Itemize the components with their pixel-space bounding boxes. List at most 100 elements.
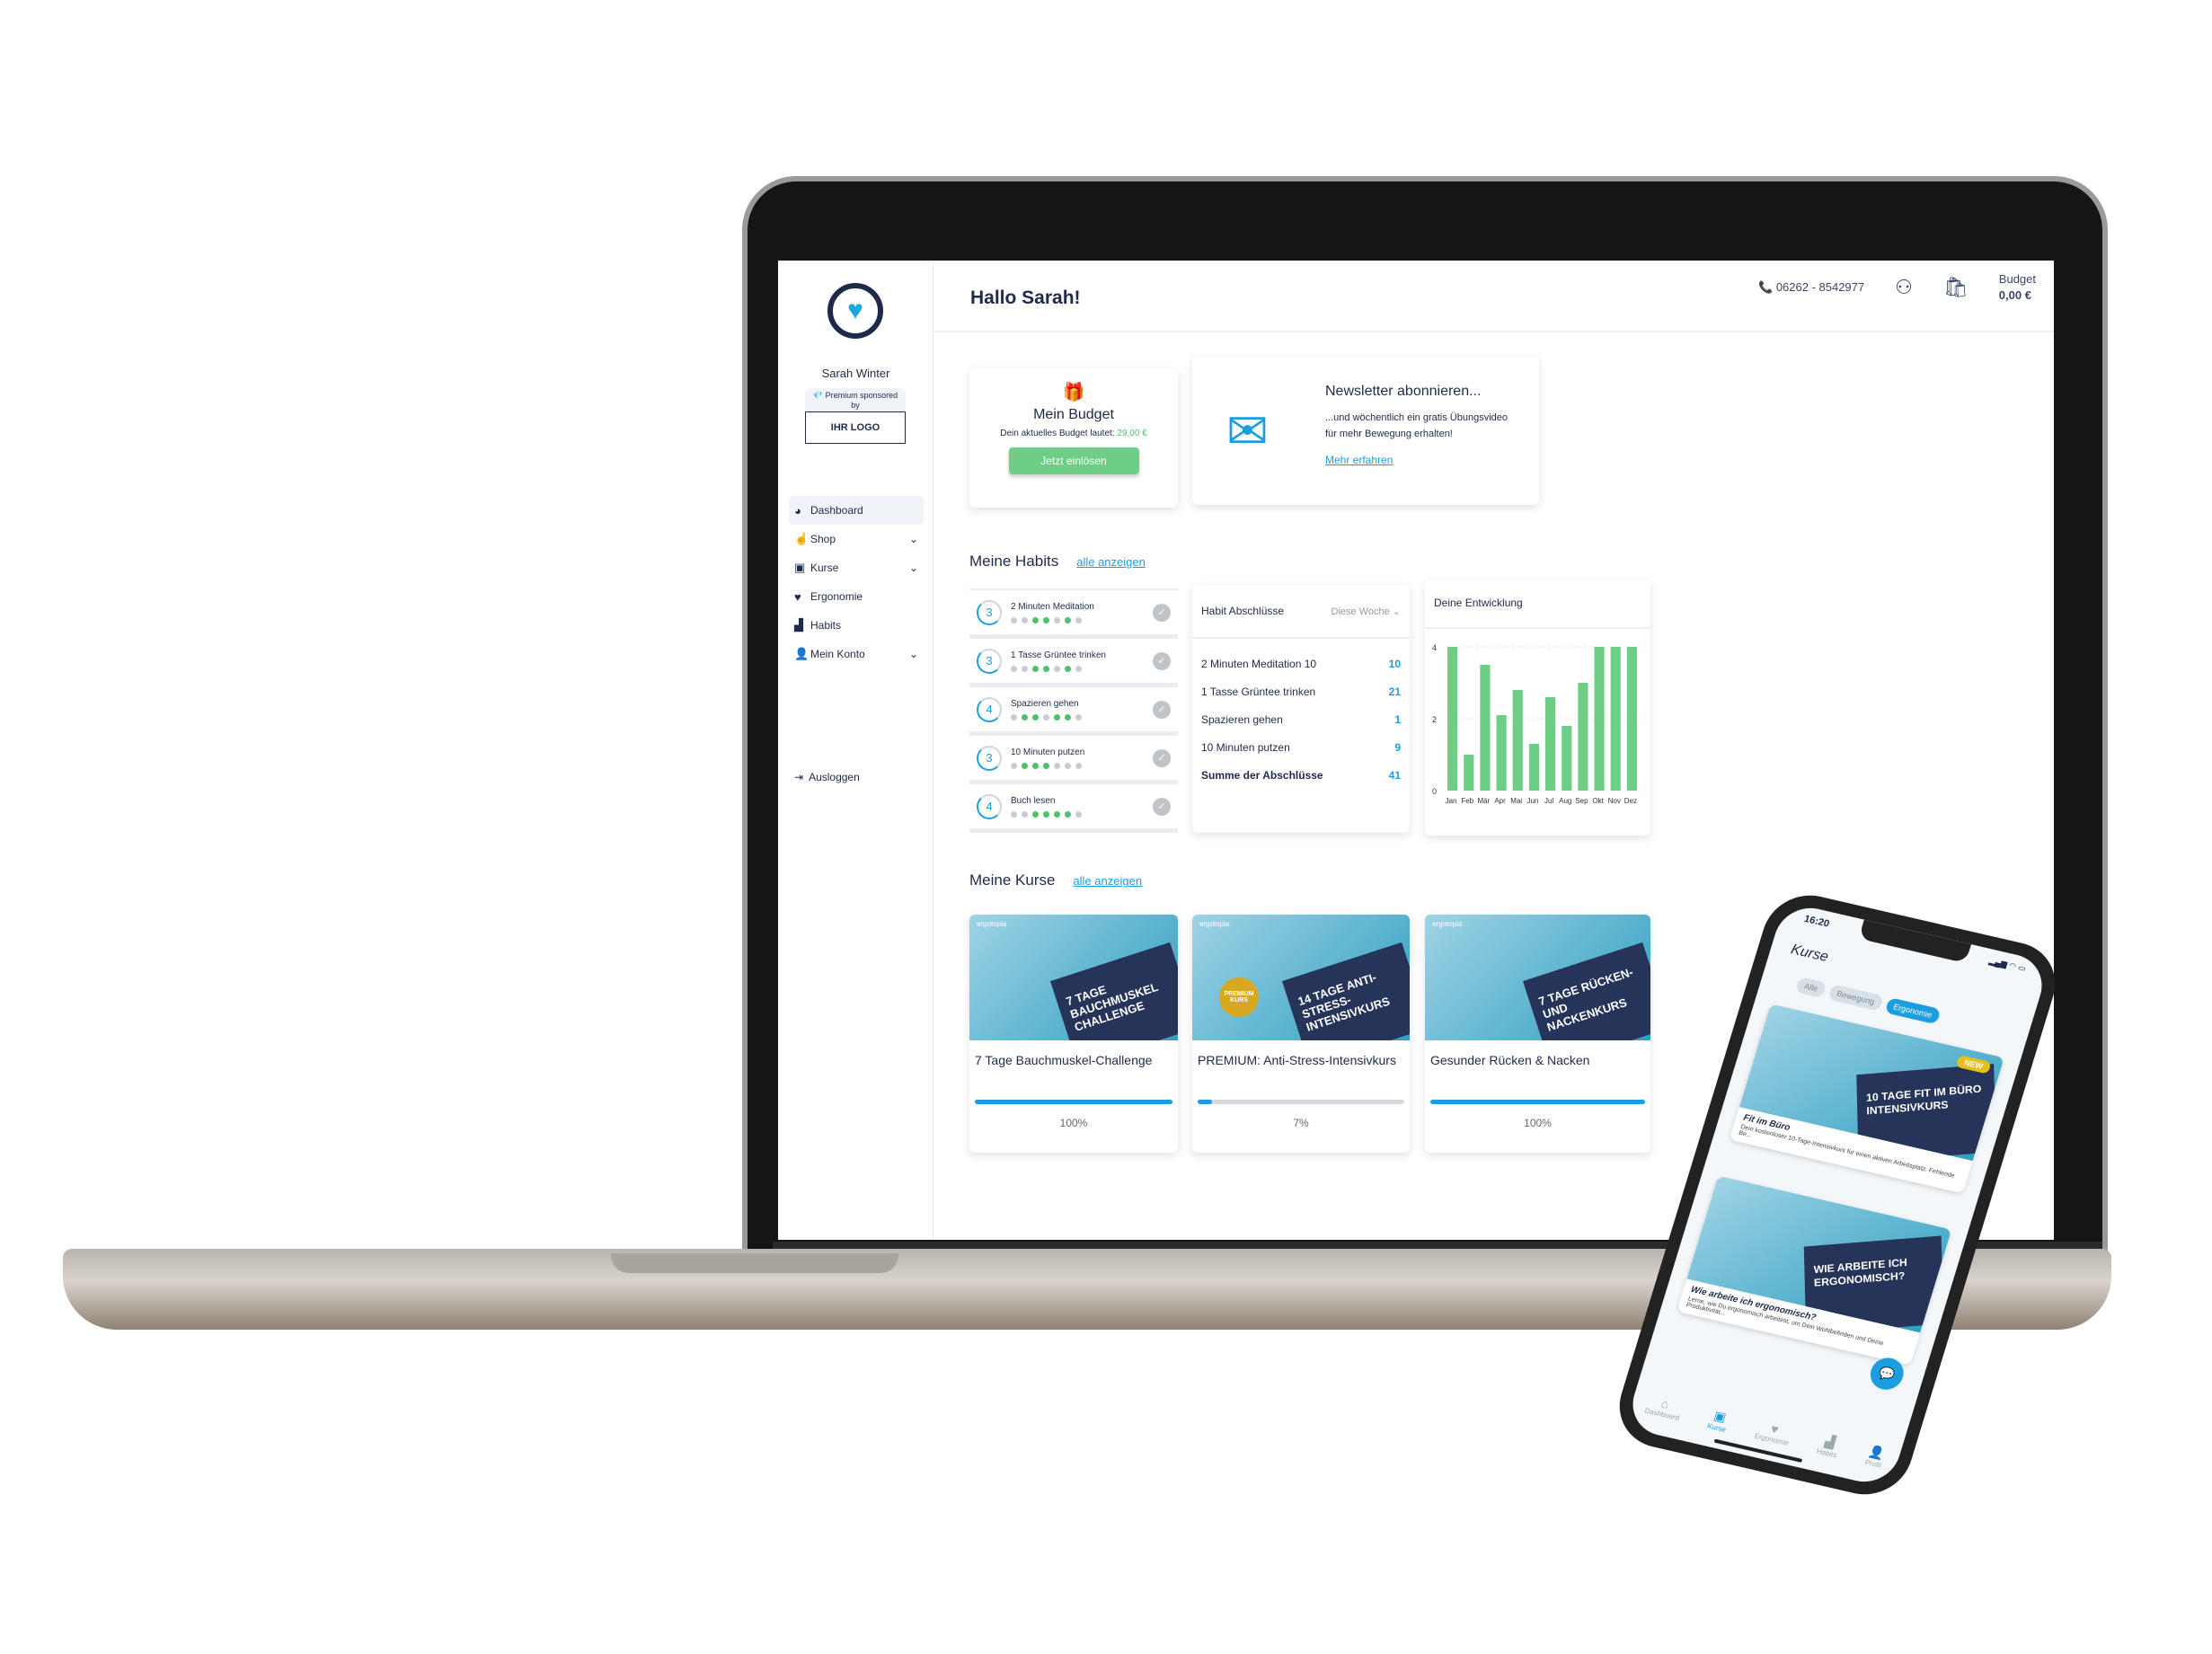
course-thumbnail: ergotopia 14 TAGE ANTI-STRESS-INTENSIVKUR… [1192,915,1410,1040]
bar-Aug [1562,726,1572,791]
habit-item[interactable]: 4 Buch lesen ✓ [969,784,1178,833]
habit-item[interactable]: 4 Spazieren gehen ✓ [969,687,1178,736]
sidebar-item-label: Shop [810,533,836,545]
habit-streak-ring: 4 [977,696,1002,722]
filter-chip-ergonomie[interactable]: Ergonomie [1884,996,1942,1025]
habit-name: Spazieren gehen [1011,698,1079,709]
habit-week-dots [1011,762,1153,769]
completion-row: 1 Tasse Grüntee trinken 21 [1192,677,1410,705]
completion-value: 10 [1388,657,1401,670]
habit-check-button[interactable]: ✓ [1153,700,1171,719]
budget-value: 0,00 € [1998,288,2031,302]
app-logo-heart-icon[interactable]: ♥ [827,283,883,339]
user-icon: 👤 [794,647,810,660]
tab-ergonomie[interactable]: ♥ Ergonomie [1753,1418,1793,1448]
sidebar-item-mein-konto[interactable]: 👤 Mein Konto ⌄ [789,640,924,668]
phone-contact[interactable]: 📞 06262 - 8542977 [1758,280,1864,295]
tab-dashboard[interactable]: ⌂ Dashboard [1643,1393,1685,1423]
dot-done [1022,713,1028,721]
tab-kurse[interactable]: ▣ Kurse [1706,1407,1731,1434]
course-progress-fill [1430,1100,1645,1104]
sidebar-item-kurse[interactable]: ▣ Kurse ⌄ [789,553,924,582]
bar-Feb [1464,755,1474,791]
sidebar-nav: ◕ Dashboard ☝ Shop ⌄ ▣ Kurse ⌄ ♥ Ergonomie ▟ Ha… [789,496,924,668]
habit-item[interactable]: 3 1 Tasse Grüntee trinken ✓ [969,639,1178,687]
envelope-heart-icon: ✉ [1226,402,1269,459]
sidebar-item-dashboard[interactable]: ◕ Dashboard [789,496,924,525]
course-card[interactable]: ergotopia 14 TAGE ANTI-STRESS-INTENSIVKUR… [1192,915,1410,1153]
course-banner: 7 TAGE BAUCHMUSKEL CHALLENGE [1049,942,1178,1040]
completion-row: 2 Minuten Meditation 10 10 [1192,650,1410,677]
habit-week-dots [1011,810,1153,818]
completion-row: Spazieren gehen 1 [1192,705,1410,733]
course-progress-label: 100% [1059,1117,1088,1129]
course-card[interactable]: ergotopia 7 TAGE BAUCHMUSKEL CHALLENGE 7 T… [969,915,1178,1153]
redeem-button[interactable]: Jetzt einlösen [1008,447,1139,474]
more-info-link[interactable]: Mehr erfahren [1325,454,1527,466]
habit-week-dots [1011,665,1153,672]
habit-check-button[interactable]: ✓ [1153,603,1171,622]
course-card[interactable]: ergotopia 7 TAGE RÜCKEN- UND NACKENKURS Ge… [1425,915,1650,1153]
y-tick-label: 4 [1432,643,1437,652]
bar-Jul [1545,697,1556,791]
x-tick-label: Apr [1494,797,1506,805]
phone-course-card[interactable]: WIE ARBEITE ICH ERGONOMISCH? Wie arbeite … [1677,1175,1952,1366]
y-tick-label: 0 [1432,787,1437,796]
dot-missed [1075,810,1082,818]
x-tick-label: Jul [1544,797,1553,805]
completions-total-row: Summe der Abschlüsse 41 [1192,761,1410,789]
newsletter-text: für mehr Bewegung erhalten! [1325,429,1453,439]
habit-streak-ring: 3 [977,745,1002,771]
newsletter-text: ...und wöchentlich ein gratis Übungsvide… [1325,412,1509,423]
course-title: 7 Tage Bauchmuskel-Challenge [975,1053,1153,1067]
habit-item[interactable]: 3 2 Minuten Meditation ✓ [969,590,1178,639]
completion-value: 9 [1394,740,1401,754]
courses-section-header: Meine Kurse alle anzeigen [969,871,1142,889]
habit-streak-ring: 4 [977,793,1002,819]
dot-done [1065,810,1071,818]
sidebar-item-label: Mein Konto [810,648,865,660]
dot-done [1032,810,1039,818]
account-icon[interactable]: ⚇ [1895,276,1913,299]
sidebar-item-habits[interactable]: ▟ Habits [789,611,924,640]
habit-check-button[interactable]: ✓ [1153,797,1171,816]
phone-page-title: Kurse [1789,942,1831,966]
sponsor-logo: IHR LOGO [805,411,906,444]
habit-name: 1 Tasse Grüntee trinken [1011,650,1106,660]
filter-chip-alle[interactable]: Alle [1794,976,1827,999]
period-dropdown[interactable]: Diese Woche ⌄ [1332,606,1402,617]
bar-Jan [1447,647,1458,791]
shopping-bag-icon[interactable]: 🛍 [1943,276,1969,299]
video-icon: ▣ [794,561,806,574]
dot-done [1043,616,1049,624]
habit-check-button[interactable]: ✓ [1153,748,1171,767]
habit-check-button[interactable]: ✓ [1153,651,1171,670]
habit-body: Buch lesen [1011,796,1153,818]
course-progress-fill [975,1100,1172,1104]
show-all-courses-link[interactable]: alle anzeigen [1073,874,1142,888]
sidebar-item-ergonomie[interactable]: ♥ Ergonomie [789,582,924,611]
newsletter-title: Newsletter abonnieren... [1325,384,1482,399]
habit-completions-card: Habit Abschlüsse Diese Woche ⌄ 2 Minuten … [1192,585,1410,833]
x-tick-label: Sep [1575,797,1588,805]
sidebar-item-label: Kurse [810,562,839,574]
sidebar-item-shop[interactable]: ☝ Shop ⌄ [789,525,924,553]
show-all-habits-link[interactable]: alle anzeigen [1076,555,1146,569]
budget-card-title: Mein Budget [1033,407,1114,422]
dot-done [1054,713,1060,721]
phone-course-card[interactable]: 10 TAGE FIT IM BÜRO INTENSIVKURS NEW Fit i… [1729,1004,2004,1194]
bar-Dez [1626,647,1637,791]
habit-item[interactable]: 3 10 Minuten putzen ✓ [969,736,1178,784]
budget-label: Budget [1998,272,2036,286]
filter-chip-bewegung[interactable]: Bewegung [1827,984,1884,1012]
tab-profil[interactable]: 👤 Profil [1864,1444,1887,1470]
header-budget[interactable]: Budget 0,00 € [1999,271,2036,304]
top-header: Hallo Sarah! 📞 06262 - 8542977 ⚇ 🛍 Budge… [934,261,2054,332]
logout-link[interactable]: ⇥ Ausloggen [794,771,860,783]
completion-label: 1 Tasse Grüntee trinken [1201,685,1316,698]
gauge-icon: ◕ [794,503,801,517]
tab-habits[interactable]: ▟ Habits [1816,1432,1843,1460]
bar-Mär [1480,665,1491,791]
bar-Okt [1594,647,1605,791]
brand-logo: ergotopia [1432,920,1463,928]
